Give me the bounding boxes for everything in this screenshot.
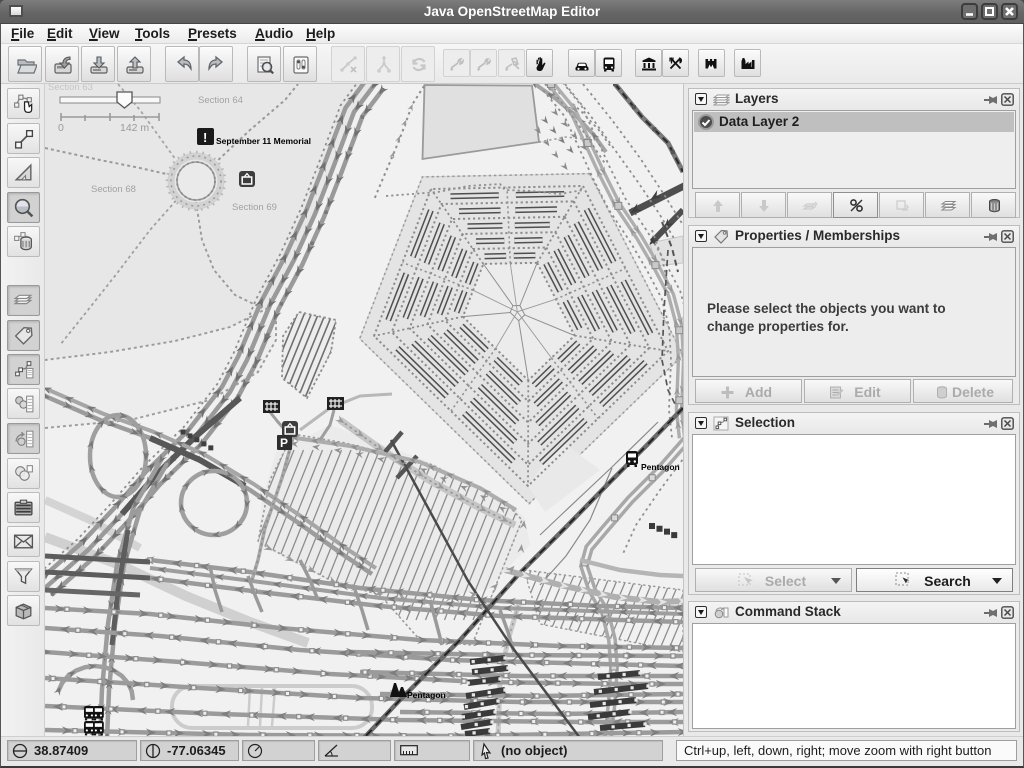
svg-text:Pentagon: Pentagon	[641, 462, 680, 472]
svg-text:Section 69: Section 69	[232, 202, 277, 213]
svg-text:0: 0	[58, 122, 64, 134]
svg-text:Section 68: Section 68	[91, 184, 136, 195]
svg-text:September 11 Memorial: September 11 Memorial	[216, 136, 311, 146]
svg-text:P: P	[280, 436, 288, 450]
svg-text:Pentagon: Pentagon	[407, 690, 446, 700]
svg-text:142 m: 142 m	[120, 122, 149, 134]
svg-text:Section 64: Section 64	[198, 95, 243, 106]
svg-text:Section 63: Section 63	[48, 84, 93, 93]
svg-text:!: !	[203, 130, 207, 145]
